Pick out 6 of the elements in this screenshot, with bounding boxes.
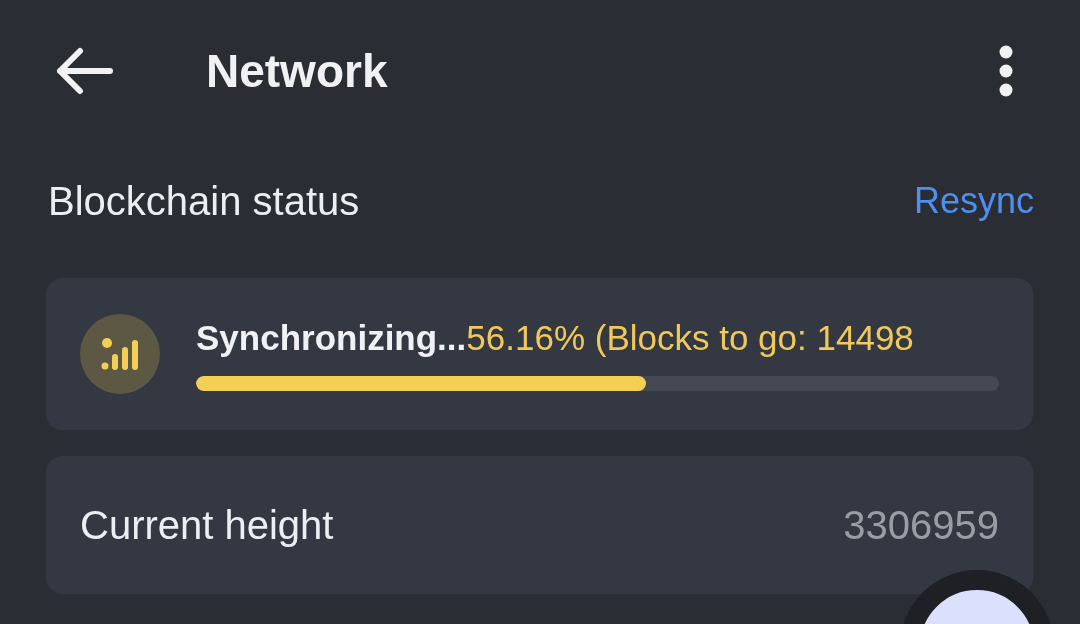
height-label: Current height (80, 502, 334, 548)
height-value: 3306959 (843, 502, 999, 548)
page-title: Network (206, 44, 389, 98)
sync-status-text: Synchronizing...56.16% (Blocks to go: 14498 (196, 317, 915, 358)
section-title: Blockchain status (48, 178, 360, 224)
resync-link[interactable]: Resync (913, 180, 1034, 222)
